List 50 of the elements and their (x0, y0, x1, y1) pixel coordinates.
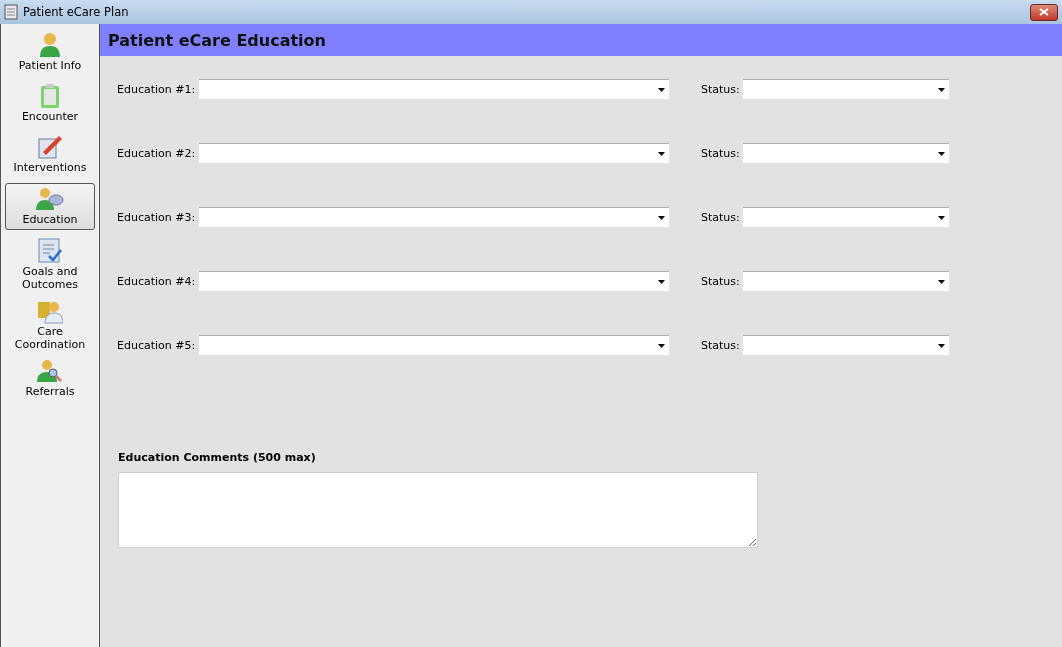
status-dropdown[interactable] (743, 271, 949, 291)
dropdown-arrow-icon (938, 215, 945, 220)
education-dropdown[interactable] (199, 335, 669, 355)
status-dropdown[interactable] (743, 79, 949, 99)
education-dropdown[interactable] (199, 143, 669, 163)
dropdown-arrow-icon (658, 151, 665, 156)
field-label: Status: (701, 210, 741, 224)
dropdown-arrow-icon (938, 279, 945, 284)
sidebar-item[interactable]: Interventions (5, 131, 95, 182)
field-label: Education #1: (117, 82, 197, 96)
document-pen-icon (37, 134, 63, 160)
checklist-icon (38, 238, 62, 264)
status-dropdown[interactable] (743, 143, 949, 163)
window-title: Patient eCare Plan (23, 5, 130, 19)
person-speech-icon (36, 186, 64, 212)
field-label: Status: (701, 146, 741, 160)
field-label: Status: (701, 338, 741, 352)
sidebar-item[interactable]: Goals and Outcomes (5, 235, 95, 295)
close-button[interactable] (1030, 3, 1058, 21)
comments-label: Education Comments (500 max) (118, 451, 317, 464)
education-dropdown[interactable] (199, 79, 669, 99)
field-label: Education #3: (117, 210, 197, 224)
education-dropdown[interactable] (199, 207, 669, 227)
dropdown-arrow-icon (658, 215, 665, 220)
status-dropdown[interactable] (743, 207, 949, 227)
dropdown-arrow-icon (658, 343, 665, 348)
dropdown-arrow-icon (938, 343, 945, 348)
field-label: Status: (701, 82, 741, 96)
sidebar-item[interactable]: Care Coordination (5, 295, 95, 355)
field-label: Education #5: (117, 338, 197, 352)
close-icon (1039, 8, 1049, 16)
field-label: Status: (701, 274, 741, 288)
sidebar-item[interactable]: Education (5, 183, 95, 230)
clipboard-icon (40, 83, 60, 109)
dropdown-arrow-icon (938, 151, 945, 156)
education-dropdown[interactable] (199, 271, 669, 291)
sidebar-item[interactable]: Referrals (5, 355, 95, 406)
status-dropdown[interactable] (743, 335, 949, 355)
dropdown-arrow-icon (658, 87, 665, 92)
document-icon (4, 4, 18, 20)
dropdown-arrow-icon (658, 279, 665, 284)
field-label: Education #4: (117, 274, 197, 288)
sidebar-item[interactable]: Patient Info (5, 29, 95, 80)
dropdown-arrow-icon (938, 87, 945, 92)
person-icon (39, 32, 61, 58)
comments-field[interactable] (118, 472, 758, 548)
page-header: Patient eCare Education (100, 24, 1062, 56)
field-label: Education #2: (117, 146, 197, 160)
person-magnifier-icon (37, 358, 63, 384)
sidebar-item[interactable]: Encounter (5, 80, 95, 131)
